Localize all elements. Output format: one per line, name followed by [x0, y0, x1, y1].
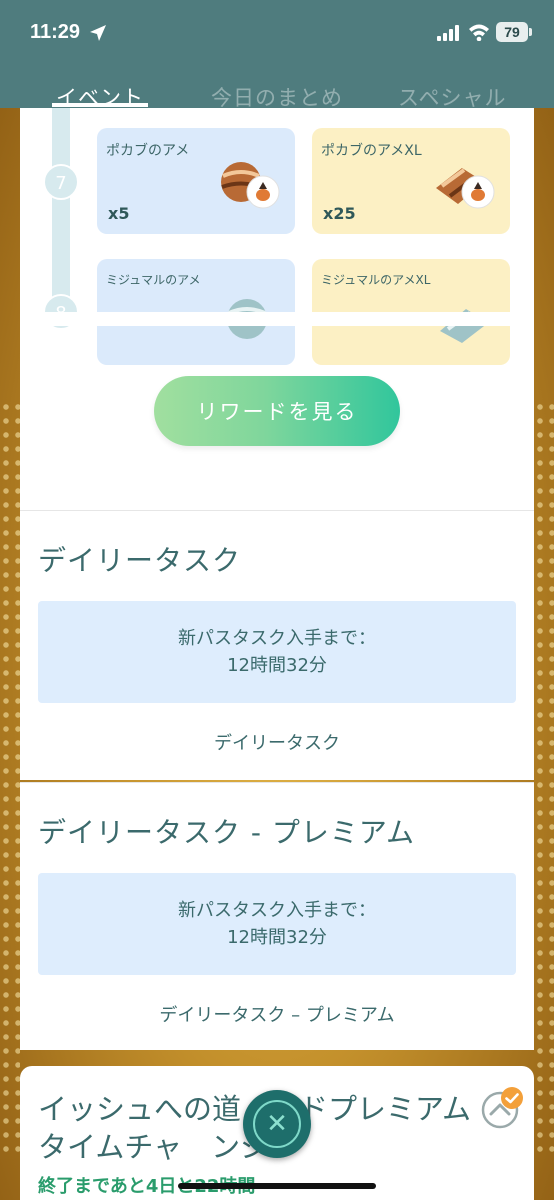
reward-name: ミジュマルのアメ: [106, 273, 201, 287]
tepig-candy-icon: [221, 162, 280, 209]
reward-quantity: x5: [108, 204, 130, 223]
section-title: デイリータスク: [38, 544, 242, 577]
close-icon: ✕: [266, 1108, 288, 1138]
daily-task-link[interactable]: デイリータスク: [20, 729, 534, 755]
decorative-lights-left: [0, 400, 20, 1160]
reward-card-premium[interactable]: ポカブのアメXL x25: [312, 128, 510, 234]
battery-tip: [529, 28, 532, 36]
timer-label: 新パスタスク入手まで：: [178, 900, 376, 921]
daily-task-premium-section: デイリータスク - プレミアム 新パスタスク入手まで： 12時間32分 デイリー…: [20, 782, 534, 1050]
reward-name: ポカブのアメXL: [321, 143, 422, 159]
task-timer-box: 新パスタスク入手まで： 12時間32分: [38, 873, 516, 975]
section-title: デイリータスク - プレミアム: [38, 816, 415, 849]
daily-task-section: デイリータスク 新パスタスク入手まで： 12時間32分 デイリータスク: [20, 510, 534, 780]
tepig-candy-xl-icon: [436, 168, 495, 209]
level-track: [52, 108, 70, 314]
close-button[interactable]: ✕: [243, 1090, 311, 1158]
wifi-icon: [469, 24, 489, 41]
home-indicator: [178, 1183, 376, 1189]
status-time: 11:29: [30, 21, 81, 43]
decorative-lights-right: [534, 400, 554, 1160]
battery-indicator: 79: [496, 22, 528, 42]
level-badge: 7: [43, 164, 79, 200]
view-rewards-button[interactable]: リワードを見る: [154, 376, 400, 446]
task-timer-box: 新パスタスク入手まで： 12時間32分: [38, 601, 516, 703]
check-badge-icon: [501, 1087, 523, 1109]
reward-name: ポカブのアメ: [106, 143, 190, 159]
reward-track-panel: 7 8 ポカブのアメ x5 ポカブのアメXL x25 ミジュマルのアメ: [20, 108, 534, 510]
timer-value: 12時間32分: [227, 927, 327, 948]
timer-label: 新パスタスク入手まで：: [178, 628, 376, 649]
active-tab-indicator: [52, 103, 148, 107]
reward-name: ミジュマルのアメXL: [321, 273, 431, 287]
reward-quantity: x25: [323, 204, 356, 223]
reward-list-fade: [20, 312, 534, 326]
cellular-signal-icon: [437, 25, 459, 41]
location-arrow-icon: [90, 25, 106, 41]
daily-task-premium-link[interactable]: デイリータスク – プレミアム: [20, 1001, 534, 1027]
timer-value: 12時間32分: [227, 655, 327, 676]
reward-card-free[interactable]: ポカブのアメ x5: [97, 128, 295, 234]
